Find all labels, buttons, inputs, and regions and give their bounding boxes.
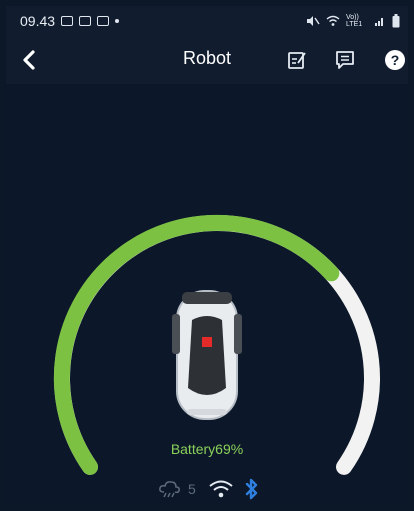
wifi-icon	[209, 480, 233, 498]
mute-icon	[307, 16, 320, 26]
edit-note-icon[interactable]	[286, 49, 308, 71]
app-screen: 09.43 Vo)) LTE1 Robot ? Battery69% 5	[6, 6, 408, 505]
connectivity-row: 5	[158, 478, 260, 500]
more-notifications-icon	[115, 19, 120, 23]
rain-cloud-icon	[159, 481, 180, 498]
status-bar: 09.43 Vo)) LTE1	[6, 6, 408, 36]
app-bar: Robot ?	[6, 36, 408, 84]
robot-status-panel: Battery69% 5	[6, 84, 408, 505]
gallery-icon	[61, 16, 74, 26]
screenshot-icon	[97, 16, 110, 26]
signal-icon	[375, 18, 383, 26]
message-icon[interactable]	[334, 49, 356, 71]
status-left: 09.43	[20, 13, 120, 29]
status-right: Vo)) LTE1	[306, 14, 400, 28]
help-icon[interactable]: ?	[384, 49, 406, 71]
lte-label: Vo)) LTE1	[346, 14, 363, 28]
notification-icon	[79, 16, 92, 26]
robot-mower-icon[interactable]	[172, 290, 242, 420]
svg-text:?: ?	[391, 52, 400, 68]
battery-status-icon	[392, 14, 400, 28]
bluetooth-icon	[245, 478, 257, 500]
battery-label: Battery69%	[170, 441, 244, 457]
wifi-status-icon	[326, 15, 340, 26]
status-time: 09.43	[20, 13, 56, 29]
rain-count: 5	[188, 481, 196, 497]
